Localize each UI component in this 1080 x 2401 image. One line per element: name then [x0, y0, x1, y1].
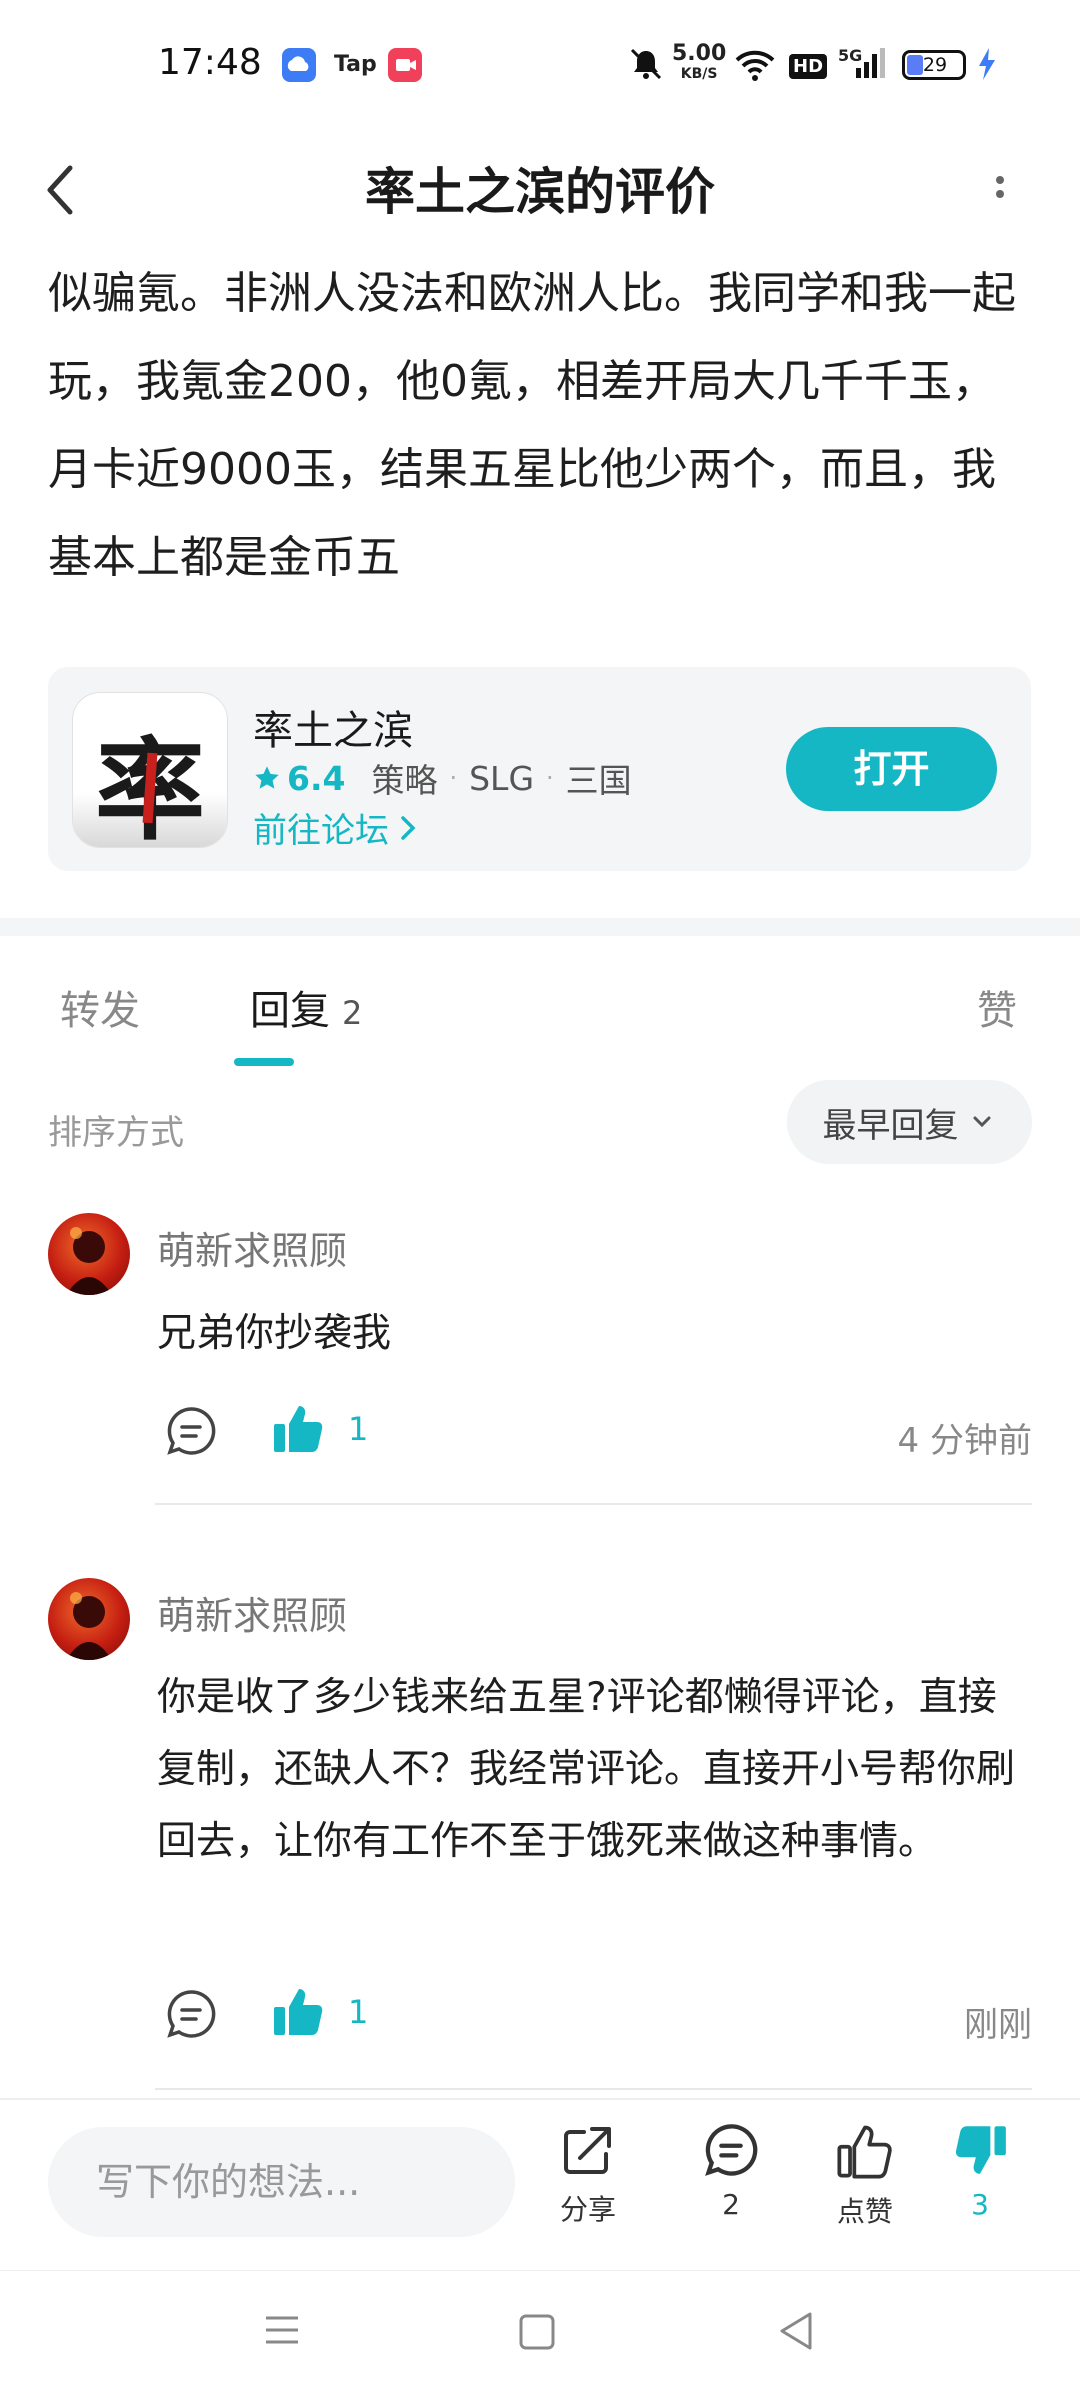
- app-tag: SLG: [469, 758, 535, 798]
- net-speed-unit: KB/S: [680, 66, 718, 82]
- sort-label: 排序方式: [48, 1113, 184, 1153]
- comment-bubble-icon: [167, 1990, 216, 2038]
- comment-bubble-icon: [167, 1407, 216, 1455]
- avatar[interactable]: [48, 1213, 130, 1295]
- bottom-bar-divider: [0, 2098, 1080, 2100]
- comment-bubble-icon: [705, 2124, 758, 2176]
- comment-divider: [155, 1503, 1032, 1505]
- forum-link[interactable]: 前往论坛: [253, 803, 421, 852]
- thumbs-down-icon: [955, 2126, 1006, 2174]
- signal-icon: 5G: [838, 46, 886, 82]
- page-title: 率土之滨的评价: [365, 163, 715, 221]
- thumbs-up-icon: [837, 2125, 892, 2179]
- comment-like-button[interactable]: 1: [270, 1400, 368, 1458]
- sort-selected: 最早回复: [822, 1105, 959, 1146]
- app-icon[interactable]: 率: [72, 692, 228, 848]
- back-nav-button[interactable]: [776, 2310, 816, 2356]
- home-nav-button[interactable]: [518, 2313, 556, 2355]
- app-rating-row: 6.4 策略 · SLG · 三国: [253, 754, 632, 802]
- dislike-button[interactable]: 3: [925, 2120, 1035, 2221]
- app-name[interactable]: 率土之滨: [253, 698, 413, 756]
- tag-separator: ·: [449, 764, 458, 792]
- comment-text: 你是收了多少钱来给五星?评论都懒得评论，直接复制，还缺人不？我经常评论。直接开小…: [157, 1675, 1016, 1864]
- open-app-button[interactable]: 打开: [786, 727, 997, 811]
- wifi-icon: [734, 48, 776, 86]
- status-time: 17:48: [158, 42, 262, 83]
- tab-repost[interactable]: 转发: [60, 978, 140, 1036]
- comment-username[interactable]: 萌新求照顾: [157, 1585, 347, 1640]
- tab-reply-label: 回复: [250, 988, 330, 1034]
- more-dot-icon: [996, 190, 1004, 198]
- back-triangle-icon: [780, 2312, 812, 2350]
- comment-text: 兄弟你抄袭我: [157, 1311, 392, 1356]
- share-label: 分享: [559, 2193, 616, 2226]
- share-icon: [564, 2127, 611, 2174]
- more-options-button[interactable]: [985, 170, 1015, 220]
- comment-time: 刚刚: [964, 2005, 1032, 2045]
- comment-divider: [155, 2088, 1032, 2090]
- record-icon: [388, 48, 422, 82]
- avatar[interactable]: [48, 1578, 130, 1660]
- tab-reply[interactable]: 回复 2: [250, 978, 362, 1036]
- more-dot-icon: [996, 176, 1004, 184]
- comment-button[interactable]: 2: [676, 2120, 786, 2221]
- menu-icon: [266, 2316, 298, 2344]
- sort-dropdown[interactable]: 最早回复: [787, 1080, 1032, 1164]
- comment-count: 2: [722, 2188, 740, 2221]
- battery-level: 29: [922, 54, 948, 76]
- like-button[interactable]: 点赞: [810, 2120, 920, 2230]
- mute-icon: [628, 46, 664, 86]
- dislike-count: 3: [971, 2188, 989, 2221]
- comment-like-count: 1: [348, 1993, 369, 2031]
- tab-like[interactable]: 赞: [977, 978, 1017, 1036]
- cloud-icon: [282, 48, 316, 82]
- menu-nav-button[interactable]: [262, 2310, 302, 2354]
- comment-time: 4 分钟前: [897, 1421, 1032, 1461]
- tag-separator: ·: [546, 764, 554, 792]
- forum-link-label: 前往论坛: [253, 811, 389, 851]
- review-text: 似骗氪。非洲人没法和欧洲人比。我同学和我一起玩，我氪金200，他0氪，相差开局大…: [48, 268, 1016, 583]
- chevron-down-icon: [973, 1116, 990, 1128]
- battery-icon: 29: [902, 50, 966, 80]
- thumbs-up-icon: [274, 1406, 323, 1452]
- star-icon: [255, 766, 279, 789]
- home-square-icon: [519, 2314, 555, 2350]
- comment-like-button[interactable]: 1: [270, 1983, 368, 2041]
- section-divider: [0, 918, 1080, 936]
- comment-username[interactable]: 萌新求照顾: [157, 1220, 347, 1275]
- charging-icon: [976, 46, 998, 86]
- net-speed-value: 5.00: [672, 41, 727, 66]
- thumbs-up-icon: [274, 1989, 323, 2035]
- share-button[interactable]: 分享: [533, 2120, 643, 2228]
- tab-active-indicator: [234, 1058, 294, 1066]
- comment-like-count: 1: [348, 1410, 369, 1448]
- net-speed: 5.00 KB/S: [672, 41, 727, 84]
- app-tag: 策略: [371, 761, 438, 800]
- app-rating: 6.4: [287, 758, 346, 798]
- tap-icon: Tap: [334, 52, 377, 77]
- reply-comment-button[interactable]: [163, 1403, 219, 1463]
- app-tag: 三国: [565, 761, 632, 800]
- reply-comment-button[interactable]: [163, 1986, 219, 2046]
- hd-badge: HD: [789, 54, 828, 79]
- comment-input[interactable]: 写下你的想法...: [48, 2127, 515, 2237]
- like-label: 点赞: [836, 2195, 893, 2228]
- chevron-right-icon: [401, 815, 416, 840]
- tab-reply-count: 2: [342, 994, 363, 1032]
